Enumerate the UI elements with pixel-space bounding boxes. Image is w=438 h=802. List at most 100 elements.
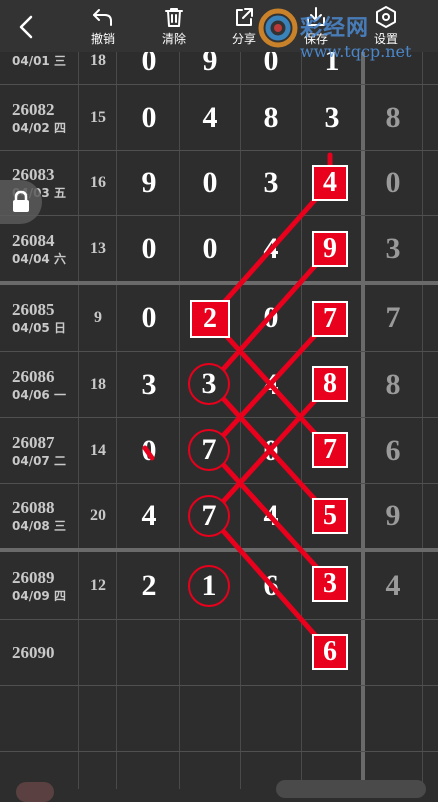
lock-button[interactable] (0, 180, 42, 224)
save-label: 保存 (303, 32, 328, 46)
undo-button[interactable]: 撤销 (78, 4, 128, 50)
issue-cell: 26085 04/05 日 (0, 285, 78, 351)
share-label: 分享 (231, 32, 256, 46)
row-divider (0, 751, 438, 752)
share-button[interactable]: 分享 (219, 4, 269, 50)
issue-cell: 26086 04/06 一 (0, 352, 78, 417)
digit-cell: 4 (141, 499, 157, 532)
digit-cell: 0 (141, 301, 157, 334)
marked-digit-box: 9 (312, 231, 348, 267)
issue-number: 26085 (12, 300, 55, 319)
sum-value: 13 (90, 239, 106, 257)
issue-number: 26089 (12, 567, 55, 587)
digit-cell: 3 (141, 367, 157, 401)
digit-cell: 8 (263, 100, 279, 134)
clear-button[interactable]: 清除 (149, 4, 199, 50)
issue-cell: 26082 04/02 四 (0, 85, 78, 150)
extra-value: 9 (385, 499, 401, 532)
extra-value: 7 (385, 301, 401, 334)
digit-cell: 3 (324, 100, 340, 134)
issue-cell: 26087 04/07 二 (0, 418, 78, 483)
digit-cell: 0 (202, 166, 218, 199)
issue-date: 04/09 四 (12, 588, 66, 603)
digit-cell: 0 (263, 301, 279, 334)
marked-digit-box: 2 (190, 300, 230, 338)
issue-date: 04/06 一 (12, 387, 66, 402)
bottom-handle[interactable] (276, 780, 426, 798)
back-arrow-icon (19, 15, 33, 39)
circled-digit: 7 (188, 429, 230, 471)
issue-cell: 26088 04/08 三 (0, 484, 78, 548)
bottom-left-handle[interactable] (16, 782, 54, 802)
digit-cell: 4 (263, 231, 279, 265)
trash-icon (165, 8, 183, 27)
digit-cell: 6 (263, 568, 279, 602)
extra-value: 6 (385, 433, 401, 467)
digit-cell: 2 (141, 568, 157, 602)
extra-value: 3 (385, 231, 401, 265)
marked-digit-box: 3 (312, 566, 348, 602)
circled-digit: 3 (188, 363, 230, 405)
settings-label: 设置 (373, 32, 398, 46)
share-icon (236, 8, 253, 26)
issue-number: 26086 (12, 366, 55, 386)
issue-number: 26082 (12, 99, 55, 119)
undo-label: 撤销 (90, 32, 115, 46)
sum-value: 16 (90, 174, 106, 191)
issue-date: 04/02 四 (12, 120, 66, 135)
draw-row: 26083 04/03 五 16 9 0 3 0 (0, 151, 438, 215)
issue-number: 26087 (12, 432, 55, 452)
digit-cell: 0 (141, 433, 157, 467)
issue-number: 26084 (12, 230, 55, 250)
save-button[interactable]: 保存 (291, 4, 341, 50)
extra-value: 8 (385, 367, 401, 401)
clear-label: 清除 (161, 32, 186, 46)
digit-cell: 4 (202, 100, 218, 134)
issue-number: 26088 (12, 498, 55, 517)
settings-icon (376, 6, 396, 28)
sum-value: 12 (90, 576, 106, 594)
draw-row: 26082 04/02 四 15 0 4 8 3 8 (0, 85, 438, 150)
digit-cell: 9 (141, 166, 157, 199)
back-button[interactable] (12, 12, 40, 42)
settings-button[interactable]: 设置 (361, 4, 411, 50)
marked-digit-box: 7 (312, 301, 348, 337)
issue-number: 26090 (12, 642, 55, 662)
marked-digit-box: 4 (312, 165, 348, 201)
lock-icon (13, 190, 29, 212)
digit-cell: 0 (141, 231, 157, 265)
extra-value: 0 (385, 166, 401, 199)
issue-cell: 26090 (0, 620, 78, 685)
issue-date: 04/08 三 (12, 519, 66, 533)
digit-cell: 3 (263, 166, 279, 199)
issue-cell: 26084 04/04 六 (0, 216, 78, 281)
marked-digit-box: 6 (312, 634, 348, 670)
draw-row: 26084 04/04 六 13 0 0 4 3 (0, 216, 438, 281)
issue-date: 04/01 三 (12, 54, 66, 68)
draw-row: 26090 (0, 620, 438, 685)
digit-cell: 4 (263, 499, 279, 532)
sum-value: 15 (90, 108, 106, 126)
sum-value: 14 (90, 441, 106, 459)
digit-cell: 0 (263, 433, 279, 467)
issue-date: 04/07 二 (12, 453, 66, 468)
issue-cell: 26089 04/09 四 (0, 552, 78, 619)
issue-date: 04/05 日 (12, 321, 66, 335)
sum-value: 9 (94, 309, 102, 326)
digit-cell: 0 (202, 231, 218, 265)
sum-value: 20 (90, 507, 106, 524)
row-divider (0, 685, 438, 686)
issue-date: 04/04 六 (12, 251, 66, 266)
extra-value: 8 (385, 100, 401, 134)
circled-digit: 1 (188, 565, 230, 607)
undo-icon (93, 9, 112, 26)
extra-value: 4 (385, 568, 401, 602)
circled-digit: 7 (188, 495, 230, 537)
top-toolbar: 撤销 清除 分享 保存 设置 (0, 0, 438, 52)
sum-value: 18 (90, 375, 106, 393)
marked-digit-box: 7 (312, 432, 348, 468)
marked-digit-box: 8 (312, 366, 348, 402)
digit-cell: 4 (263, 367, 279, 401)
save-icon (307, 7, 325, 26)
marked-digit-box: 5 (312, 498, 348, 534)
